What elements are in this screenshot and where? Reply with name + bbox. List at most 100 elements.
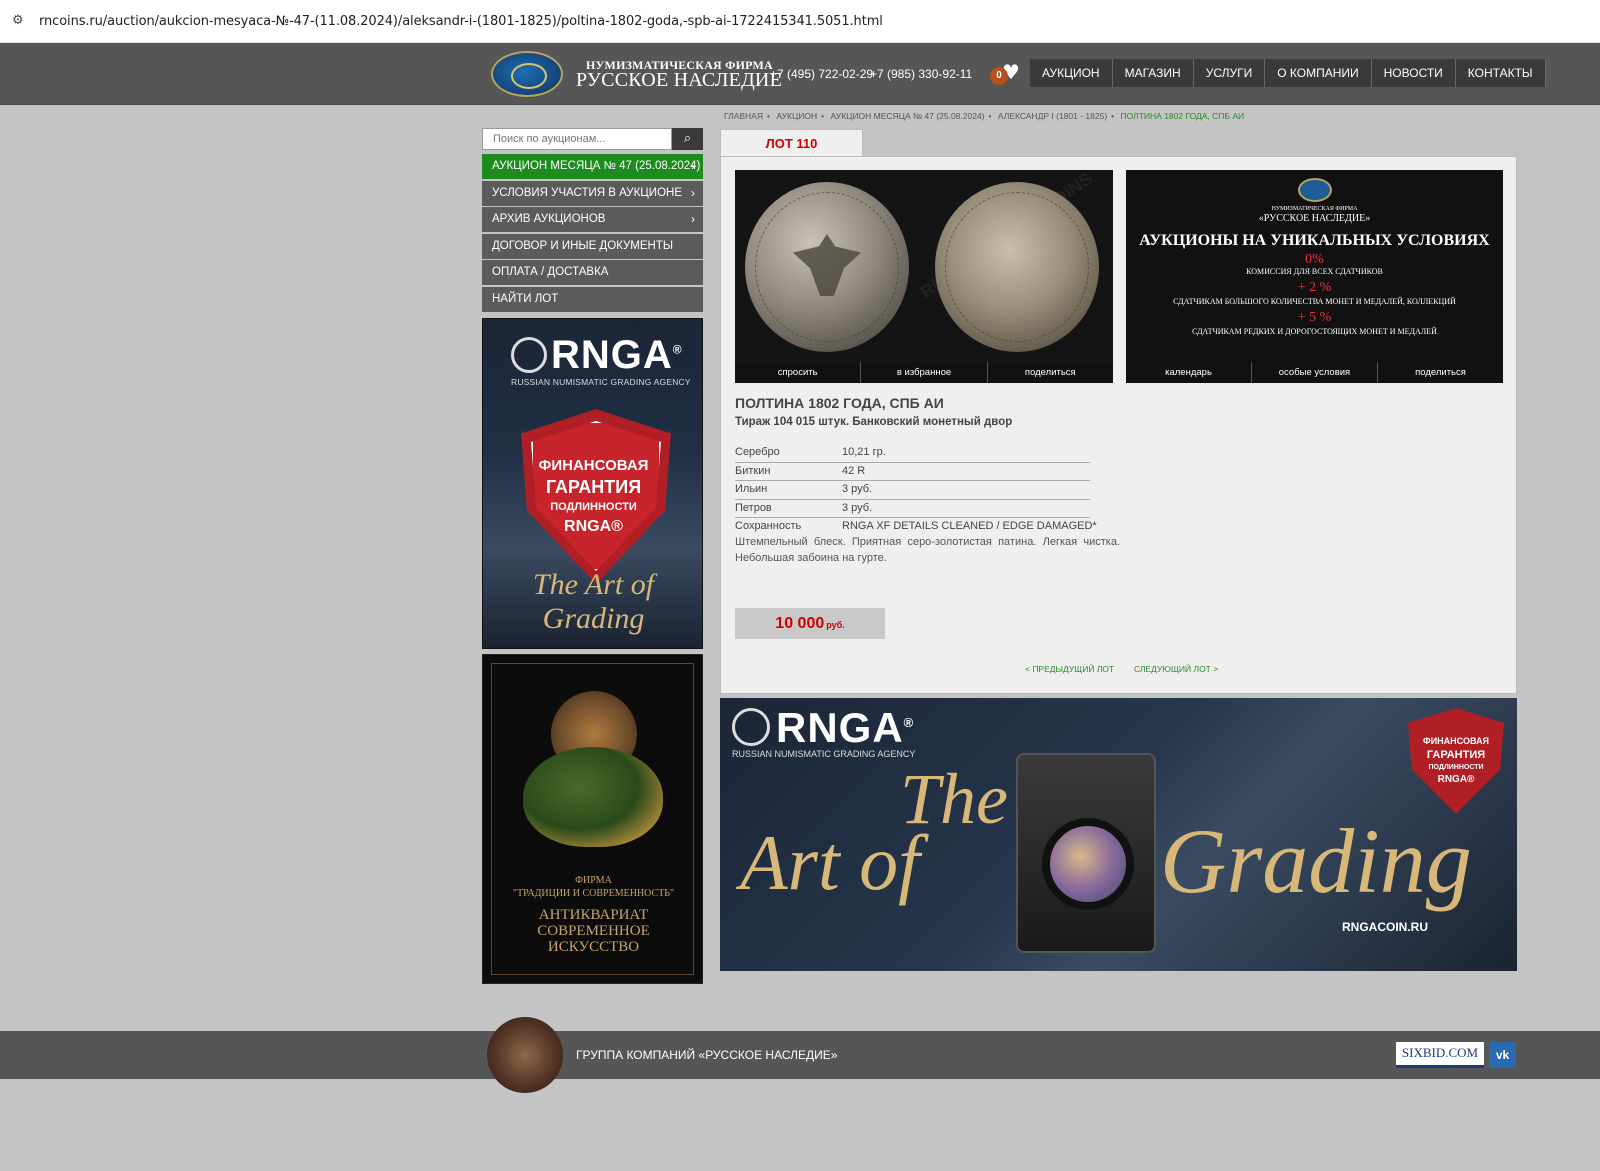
antique-line-3: ИСКУССТВО [547,939,640,955]
script-art-of: Art of [740,819,920,906]
antique-firm-name: "ТРАДИЦИИ И СОВРЕМЕННОСТЬ" [512,888,675,899]
vk-icon[interactable]: vk [1489,1042,1516,1068]
rnga-brand: RNGA® [776,704,915,751]
nav-auction[interactable]: АУКЦИОН [1030,59,1113,87]
favorites-count-badge: 0 [990,67,1008,85]
shield-text-4: RNGA® [564,518,623,535]
rnga-subtitle: RUSSIAN NUMISMATIC GRADING AGENCY [511,377,691,387]
sidebar-menu: АУКЦИОН МЕСЯЦА № 47 (25.08.2024) › УСЛОВ… [482,154,703,313]
share-button[interactable]: поделиться [988,362,1113,383]
rnga-sidebar-ad[interactable]: RNGA® RUSSIAN NUMISMATIC GRADING AGENCY … [482,318,703,649]
spec-row: Петров 3 руб. [735,500,1090,518]
sidebar-item-conditions[interactable]: УСЛОВИЯ УЧАСТИЯ В АУКЦИОНЕ › [482,180,703,206]
site-header: НУМИЗМАТИЧЕСКАЯ ФИРМА РУССКОЕ НАСЛЕДИЕ +… [0,43,1600,105]
auction-search: ⌕ [482,128,703,150]
chevron-right-icon: › [691,212,695,226]
spec-row: Биткин 42 R [735,463,1090,481]
nav-about[interactable]: О КОМПАНИИ [1265,59,1372,87]
promo-label-2: СДАТЧИКАМ БОЛЬШОГО КОЛИЧЕСТВА МОНЕТ И МЕ… [1173,297,1456,306]
search-button[interactable]: ⌕ [672,128,703,150]
sidebar-item-find-lot[interactable]: НАЙТИ ЛОТ [482,286,703,312]
lot-subtitle: Тираж 104 015 штук. Банковский монетный … [735,416,1013,428]
promo-banner[interactable]: НУМИЗМАТИЧЕСКАЯ ФИРМА «РУССКОЕ НАСЛЕДИЕ»… [1126,170,1503,383]
rnga-brand: RNGA® [551,333,683,377]
sixbid-link[interactable]: SIXBID.COM [1396,1042,1484,1068]
search-input[interactable] [482,128,672,150]
promo-label-3: СДАТЧИКАМ РЕДКИХ И ДОРОГОСТОЯЩИХ МОНЕТ И… [1192,327,1437,336]
special-conditions-button[interactable]: особые условия [1252,362,1378,383]
spec-row: Серебро 10,21 гр. [735,444,1090,463]
promo-percent-2: + 2 % [1297,280,1332,295]
search-icon: ⌕ [683,131,692,146]
coin-photo[interactable]: RNCOINS RNCOINS RNCOINS [735,170,1113,383]
nav-shop[interactable]: МАГАЗИН [1112,59,1194,87]
promo-percent-3: + 5 % [1297,310,1332,325]
sidebar-item-documents[interactable]: ДОГОВОР И ИНЫЕ ДОКУМЕНТЫ [482,233,703,259]
chevron-right-icon: › [691,185,695,200]
nav-news[interactable]: НОВОСТИ [1371,59,1456,87]
brand-name[interactable]: РУССКОЕ НАСЛЕДИЕ [576,69,782,92]
phone-1[interactable]: +7 (495) 722-02-29 [770,67,873,81]
calendar-button[interactable]: календарь [1126,362,1252,383]
rnga-site: RNGACOIN.RU [1342,920,1428,934]
phone-2[interactable]: +7 (985) 330-92-11 [870,67,972,81]
sidebar-item-label: НАЙТИ ЛОТ [492,292,559,305]
favorites-button[interactable]: ♥ 0 [990,60,1024,86]
sidebar-item-current-auction[interactable]: АУКЦИОН МЕСЯЦА № 47 (25.08.2024) › [482,154,703,179]
breadcrumb-home[interactable]: ГЛАВНАЯ [724,111,763,121]
breadcrumb-auction-47[interactable]: АУКЦИОН МЕСЯЦА № 47 (25.08.2024) [831,111,985,121]
price-currency: руб. [826,620,845,630]
site-settings-icon[interactable]: ⚙ [12,13,28,29]
share-button[interactable]: поделиться [1378,362,1503,383]
shield-text-1: ФИНАНСОВАЯ [538,457,649,474]
nav-contacts[interactable]: КОНТАКТЫ [1455,59,1546,87]
next-lot-link[interactable]: СЛЕДУЮЩИЙ ЛОТ > [1134,664,1218,674]
lot-title: ПОЛТИНА 1802 ГОДА, СПБ АИ [735,395,944,411]
coin-image [1042,818,1134,910]
art-of-grading-script: The Art of Grading [532,568,655,635]
promo-actions: календарь особые условия поделиться [1126,362,1503,383]
promo-name: «РУССКОЕ НАСЛЕДИЕ» [1258,213,1371,224]
rnga-subtitle: RUSSIAN NUMISMATIC GRADING AGENCY [732,749,916,759]
breadcrumb-alexander[interactable]: АЛЕКСАНДР I (1801 - 1825) [998,111,1107,121]
rnga-logo-icon [511,337,547,373]
promo-headline: АУКЦИОНЫ НА УНИКАЛЬНЫХ УСЛОВИЯХ [1139,232,1490,249]
nav-services[interactable]: УСЛУГИ [1193,59,1266,87]
site-footer: ГРУППА КОМПАНИЙ «РУССКОЕ НАСЛЕДИЕ» SIXBI… [0,1017,1600,1093]
sidebar-item-label: УСЛОВИЯ УЧАСТИЯ В АУКЦИОНЕ [492,186,682,199]
main-nav: АУКЦИОН МАГАЗИН УСЛУГИ О КОМПАНИИ НОВОСТ… [1030,59,1546,87]
prev-lot-link[interactable]: < ПРЕДЫДУЩИЙ ЛОТ [1025,664,1114,674]
promo-percent-1: 0% [1305,252,1324,267]
sidebar-item-payment[interactable]: ОПЛАТА / ДОСТАВКА [482,260,703,285]
sidebar-item-label: ДОГОВОР И ИНЫЕ ДОКУМЕНТЫ [492,239,674,252]
group-emblem-icon [487,1017,563,1093]
footer-group-name: ГРУППА КОМПАНИЙ «РУССКОЕ НАСЛЕДИЕ» [576,1048,838,1062]
ask-button[interactable]: спросить [735,362,862,383]
chevron-right-icon: › [691,159,695,173]
antique-line-1: АНТИКВАРИАТ [538,907,649,923]
tab-lot[interactable]: ЛОТ 110 [720,129,863,157]
shield-text-3: ПОДЛИННОСТИ [550,501,637,513]
lot-specs: Серебро 10,21 гр. Биткин 42 R Ильин 3 руб. … [735,444,1097,537]
shield-icon [1408,708,1504,814]
browser-address-bar[interactable]: ⚙ rncoins.ru/auction/aukcion-mesyaca-№-4… [0,0,1600,43]
lot-price: 10 000 руб. [735,608,885,639]
shield-text-2: ГАРАНТИЯ [545,477,642,497]
kovsh-image [523,747,663,847]
rnga-banner[interactable]: RNGA® RUSSIAN NUMISMATIC GRADING AGENCY … [720,698,1517,971]
antique-firm: ФИРМА [575,875,612,886]
photo-actions: спросить в избранное поделиться [735,362,1113,383]
company-logo-icon[interactable] [491,51,563,97]
antique-line-2: СОВРЕМЕННОЕ [537,923,650,939]
promo-firm: НУМИЗМАТИЧЕСКАЯ ФИРМА [1271,206,1358,212]
breadcrumb: ГЛАВНАЯ • АУКЦИОН • АУКЦИОН МЕСЯЦА № 47 (2… [724,111,1245,121]
antique-sidebar-ad[interactable]: ФИРМА "ТРАДИЦИИ И СОВРЕМЕННОСТЬ" АНТИКВА… [482,654,703,984]
address-url[interactable]: rncoins.ru/auction/aukcion-mesyaca-№-47-… [39,14,883,29]
sidebar-item-label: АРХИВ АУКЦИОНОВ [492,213,606,225]
price-value: 10 000 [775,615,825,632]
sidebar-item-archive[interactable]: АРХИВ АУКЦИОНОВ › [482,207,703,232]
sidebar-item-label: ОПЛАТА / ДОСТАВКА [492,266,609,278]
add-favorite-button[interactable]: в избранное [861,362,988,383]
company-logo-icon [1298,178,1332,202]
breadcrumb-auction[interactable]: АУКЦИОН [776,111,817,121]
